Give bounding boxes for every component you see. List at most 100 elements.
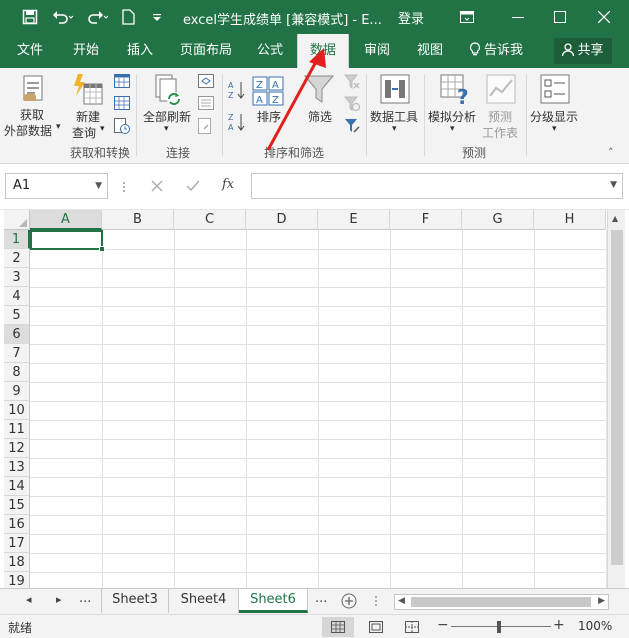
what-if-dropdown-icon[interactable]: ▾	[450, 124, 455, 134]
sort-asc-icon[interactable]: AZ	[228, 80, 246, 103]
recent-sources-icon[interactable]	[114, 118, 130, 137]
refresh-all-icon[interactable]	[152, 74, 184, 111]
page-break-view-button[interactable]	[396, 617, 428, 637]
new-query-dropdown-icon[interactable]: ▾	[100, 124, 105, 134]
name-box-value: A1	[13, 178, 31, 193]
advanced-filter-icon[interactable]	[344, 118, 360, 137]
separator	[526, 74, 527, 156]
get-external-dropdown-icon[interactable]: ▾	[56, 122, 61, 132]
close-icon[interactable]	[592, 0, 616, 34]
tab-split-grip-icon[interactable]	[374, 595, 378, 607]
zoom-level[interactable]: 100%	[578, 619, 612, 633]
more-sheets-left[interactable]: ...	[79, 591, 91, 606]
separator	[366, 74, 367, 156]
svg-text:Z: Z	[228, 113, 234, 122]
zoom-in-button[interactable]: +	[553, 617, 565, 633]
add-sheet-icon[interactable]	[341, 593, 357, 609]
sheet-tab-sheet3[interactable]: Sheet3	[101, 589, 169, 613]
separator	[222, 74, 223, 156]
title-bar: excel学生成绩单 [兼容模式] - E... 登录	[0, 0, 629, 34]
scroll-tabs-left-icon[interactable]: ◂	[26, 593, 32, 606]
fill-handle[interactable]	[99, 246, 105, 252]
status-bar: 就绪 − + 100%	[0, 614, 629, 638]
normal-view-button[interactable]	[322, 617, 354, 637]
scroll-tabs-right-icon[interactable]: ▸	[56, 593, 62, 606]
minimize-icon[interactable]	[506, 0, 530, 34]
insert-function-button[interactable]: fx	[222, 177, 234, 192]
maximize-icon[interactable]	[548, 0, 572, 34]
new-query-icon[interactable]	[72, 74, 106, 109]
properties-icon[interactable]	[198, 96, 214, 113]
outline-dropdown-icon[interactable]: ▾	[552, 124, 557, 134]
save-icon[interactable]	[18, 0, 42, 34]
vertical-scroll-thumb[interactable]	[611, 230, 623, 565]
collapse-ribbon-icon[interactable]: ˄	[608, 146, 614, 159]
ribbon-body: 获取 外部数据 ▾ 新建 查询 ▾ 获取和转换 全部刷新 ▾ 连接 AZ ZA …	[0, 48, 629, 164]
refresh-all-label[interactable]: 全部刷新	[143, 108, 191, 125]
more-sheets-right[interactable]: ...	[315, 591, 327, 606]
svg-text:A: A	[228, 81, 234, 90]
customize-qat-icon[interactable]	[150, 0, 164, 34]
name-box[interactable]: A1 ▼	[5, 173, 108, 199]
undo-icon[interactable]	[50, 0, 76, 34]
group-connections: 连接	[166, 146, 191, 160]
forecast-label[interactable]: 预测	[488, 108, 512, 125]
svg-text:A: A	[228, 123, 234, 132]
share-button[interactable]: 共享	[554, 38, 612, 64]
scroll-up-icon[interactable]: ▲	[612, 214, 618, 223]
zoom-slider[interactable]	[451, 626, 551, 627]
forecast-sheet-icon[interactable]	[486, 74, 516, 107]
enter-icon[interactable]	[186, 180, 200, 192]
tab-file[interactable]: 文件	[8, 34, 52, 68]
cancel-icon[interactable]	[151, 180, 163, 192]
horizontal-scroll-thumb[interactable]	[411, 597, 591, 607]
vertical-scrollbar[interactable]: ▲	[607, 210, 625, 588]
tab-view[interactable]: 视图	[408, 34, 452, 68]
get-external-label-2[interactable]: 外部数据	[4, 122, 52, 139]
zoom-slider-thumb[interactable]	[497, 621, 501, 633]
outline-icon[interactable]	[540, 74, 570, 107]
scroll-left-icon[interactable]: ◀	[398, 596, 405, 606]
connections-icon[interactable]	[198, 74, 214, 91]
get-external-label[interactable]: 获取	[20, 106, 44, 123]
clear-filter-icon[interactable]	[343, 74, 360, 93]
zoom-out-button[interactable]: −	[437, 617, 449, 633]
scroll-right-icon[interactable]: ▶	[598, 596, 605, 606]
tab-review[interactable]: 审阅	[355, 34, 399, 68]
show-queries-icon[interactable]	[114, 74, 130, 91]
login-link[interactable]: 登录	[398, 8, 424, 27]
redo-icon[interactable]	[84, 0, 110, 34]
worksheet-grid[interactable]: ABCDEFGH 1 2 3 4 5 6 7 8 9 10 11 12 13 14 15 16 17 18 19 ▲	[0, 210, 629, 588]
ribbon-display-options-icon[interactable]	[455, 0, 479, 34]
data-tools-label[interactable]: 数据工具	[370, 108, 418, 125]
expand-formula-icon[interactable]: ▼	[610, 180, 617, 190]
forecast-label-2[interactable]: 工作表	[482, 124, 518, 141]
refresh-all-dropdown-icon[interactable]: ▾	[164, 124, 169, 134]
new-document-icon[interactable]	[118, 0, 138, 34]
tell-me[interactable]: 告诉我	[464, 34, 528, 68]
data-tools-dropdown-icon[interactable]: ▾	[392, 124, 397, 134]
reapply-icon[interactable]	[343, 96, 361, 115]
formula-input[interactable]: ▼	[251, 173, 623, 199]
sheet-tab-bar: ◂ ▸ ... Sheet3 Sheet4 Sheet6 ... ◀ ▶	[0, 588, 629, 614]
data-tools-icon[interactable]	[380, 74, 410, 107]
tab-page-layout[interactable]: 页面布局	[174, 34, 238, 68]
group-forecast: 预测	[462, 146, 487, 160]
tab-home[interactable]: 开始	[64, 34, 108, 68]
sheet-tab-sheet6[interactable]: Sheet6	[239, 589, 308, 613]
from-table-icon[interactable]	[114, 96, 130, 113]
new-query-label[interactable]: 新建	[76, 108, 100, 125]
get-external-data-icon[interactable]	[18, 74, 48, 107]
page-layout-view-button[interactable]	[360, 617, 392, 637]
edit-links-icon[interactable]	[198, 118, 214, 137]
tab-insert[interactable]: 插入	[118, 34, 162, 68]
new-query-label-2[interactable]: 查询	[72, 124, 96, 141]
sort-desc-icon[interactable]: ZA	[228, 112, 246, 135]
outline-label[interactable]: 分级显示	[530, 108, 578, 125]
what-if-label[interactable]: 模拟分析	[428, 108, 476, 125]
what-if-icon[interactable]: ?	[440, 74, 472, 109]
sheet-tab-sheet4[interactable]: Sheet4	[169, 589, 239, 613]
active-cell[interactable]	[30, 230, 105, 252]
horizontal-scrollbar[interactable]: ◀ ▶	[394, 594, 609, 610]
name-box-dropdown-icon[interactable]: ▼	[95, 174, 102, 198]
